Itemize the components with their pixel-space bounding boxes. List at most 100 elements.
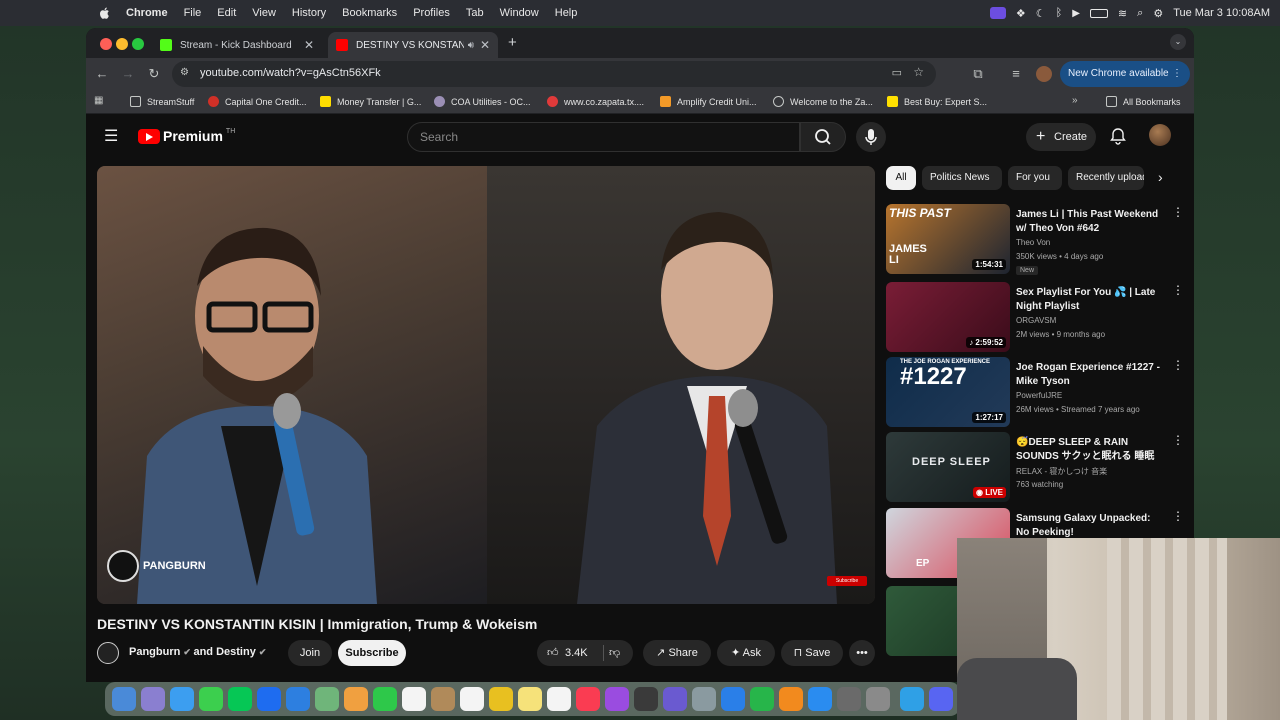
address-bar[interactable]: ⚙ youtube.com/watch?v=gAsCtn56XFk ▭ ☆ (172, 61, 936, 87)
moon-icon[interactable]: ☾ (1036, 7, 1046, 20)
menu-view[interactable]: View (252, 7, 276, 19)
save-button[interactable]: ⊓ Save (781, 640, 843, 666)
search-button[interactable] (800, 122, 846, 152)
extensions-icon[interactable]: ⧉ (970, 66, 986, 82)
video-thumbnail[interactable]: DEEP SLEEP ◉ LIVE (886, 432, 1010, 502)
thumbs-down-icon[interactable]: 👎︎ (609, 640, 620, 666)
video-thumbnail[interactable]: THE JOE ROGAN EXPERIENCE #1227 1:27:17 (886, 357, 1010, 427)
more-actions-button[interactable]: ••• (849, 640, 875, 666)
menu-bookmarks[interactable]: Bookmarks (342, 7, 397, 19)
video-thumbnail[interactable]: THIS PAST JAMES LI 1:54:31 (886, 204, 1010, 274)
freeform-icon[interactable] (547, 687, 571, 711)
screen-share-icon[interactable] (989, 7, 1006, 19)
messenger-icon[interactable] (257, 687, 281, 711)
profile-avatar[interactable] (1036, 66, 1052, 82)
cast-icon[interactable]: ▭ (892, 66, 902, 79)
chip-all[interactable]: All (886, 166, 916, 190)
imovie-icon[interactable] (663, 687, 687, 711)
calendar-icon[interactable] (402, 687, 426, 711)
bookmark-welcome[interactable]: Welcome to the Za... (773, 96, 873, 107)
bookmark-amplify[interactable]: Amplify Credit Uni... (660, 96, 757, 107)
close-tab-icon[interactable]: ✕ (304, 38, 314, 52)
create-button[interactable]: + Create (1026, 123, 1096, 151)
dropbox-icon[interactable]: ❖ (1016, 7, 1026, 20)
clock-app-icon[interactable] (634, 687, 658, 711)
chrome-icon[interactable] (489, 687, 513, 711)
reminders-icon[interactable] (460, 687, 484, 711)
subscribe-watermark[interactable]: Subscribe (827, 576, 867, 586)
contacts-icon[interactable] (431, 687, 455, 711)
voice-search-button[interactable] (856, 122, 886, 152)
back-icon[interactable]: ← (94, 66, 110, 82)
like-count[interactable]: 3.4K (565, 640, 588, 666)
recommendation-title[interactable]: James Li | This Past Weekend w/ Theo Von… (1016, 208, 1162, 236)
play-icon[interactable]: ▶ (1072, 8, 1080, 19)
apps-grid-icon[interactable]: ▦ (94, 95, 103, 106)
ask-button[interactable]: ✦ Ask (717, 640, 775, 666)
more-vert-icon[interactable]: ⋮ (1172, 359, 1184, 371)
search-input[interactable]: Search (407, 122, 800, 152)
chip-for-you[interactable]: For you (1008, 166, 1062, 190)
spotlight-icon[interactable]: ⌕ (1137, 7, 1143, 20)
minimize-window-button[interactable] (116, 38, 128, 50)
apple-icon[interactable] (98, 6, 112, 20)
recommendation-item[interactable]: ♪ 2:59:52 Sex Playlist For You 💦 | Late … (886, 282, 1184, 354)
menu-history[interactable]: History (292, 7, 326, 19)
forward-icon[interactable]: → (120, 66, 136, 82)
reading-list-icon[interactable]: ≡ (1008, 66, 1024, 82)
recommendation-channel[interactable]: Theo Von (1016, 238, 1050, 247)
maps-icon[interactable] (315, 687, 339, 711)
battery-icon[interactable] (1089, 8, 1108, 18)
menu-app-name[interactable]: Chrome (126, 7, 168, 19)
preview-icon[interactable] (692, 687, 716, 711)
bluetooth-icon[interactable]: ᛒ (1056, 7, 1063, 19)
app-store-icon[interactable] (808, 687, 832, 711)
account-avatar[interactable] (1149, 124, 1171, 146)
bookmark-zapata[interactable]: www.co.zapata.tx.... (547, 96, 644, 107)
numbers-icon[interactable] (750, 687, 774, 711)
channel-names[interactable]: Pangburn ✔ and Destiny ✔ (129, 646, 266, 658)
thumbs-up-icon[interactable]: 👍︎ (547, 640, 559, 666)
site-info-icon[interactable]: ⚙ (180, 67, 189, 78)
recommendation-item[interactable]: DEEP SLEEP ◉ LIVE 😴DEEP SLEEP & RAIN SOU… (886, 432, 1184, 504)
launchpad-icon[interactable] (141, 687, 165, 711)
wifi-icon[interactable]: ≋ (1118, 7, 1127, 20)
recommendation-channel[interactable]: RELAX - 寝かしつけ 音楽 (1016, 466, 1107, 477)
chevron-right-icon[interactable]: › (1158, 169, 1163, 185)
bookmark-coa-utilities[interactable]: COA Utilities - OC... (434, 96, 531, 107)
channel-avatar[interactable] (97, 642, 119, 664)
bookmark-star-icon[interactable]: ☆ (913, 65, 924, 79)
system-settings-icon[interactable] (866, 687, 890, 711)
tab-youtube-video[interactable]: DESTINY VS KONSTANTIN 🔊︎ ✕ (328, 32, 498, 58)
tab-kick-dashboard[interactable]: Stream - Kick Dashboard ✕ (152, 32, 322, 58)
recommendation-item[interactable]: THE JOE ROGAN EXPERIENCE #1227 1:27:17 J… (886, 357, 1184, 429)
bookmark-streamstuff[interactable]: StreamStuff (130, 96, 194, 107)
podcasts-icon[interactable] (605, 687, 629, 711)
share-button[interactable]: ↗ Share (643, 640, 711, 666)
recommendation-channel[interactable]: PowerfulJRE (1016, 391, 1062, 400)
reload-icon[interactable]: ↻ (146, 66, 162, 82)
chip-recently-uploaded[interactable]: Recently uploaded (1068, 166, 1144, 190)
pages-icon[interactable] (779, 687, 803, 711)
video-player[interactable]: PANGBURN Subscribe (97, 166, 875, 604)
more-vert-icon[interactable]: ⋮ (1172, 284, 1184, 296)
youtube-premium-logo[interactable]: Premium TH (138, 128, 235, 144)
menu-window[interactable]: Window (500, 7, 539, 19)
downloads-icon[interactable] (900, 687, 924, 711)
music-icon[interactable] (576, 687, 600, 711)
recommendation-title[interactable]: Samsung Galaxy Unpacked: No Peeking! (1016, 512, 1162, 540)
safari-icon[interactable] (170, 687, 194, 711)
channel-name[interactable]: Pangburn (129, 646, 180, 658)
recommendation-item[interactable]: THIS PAST JAMES LI 1:54:31 James Li | Th… (886, 204, 1184, 276)
discord-icon[interactable] (929, 687, 953, 711)
more-vert-icon[interactable]: ⋮ (1172, 206, 1184, 218)
url-text[interactable]: youtube.com/watch?v=gAsCtn56XFk (200, 67, 381, 79)
keynote-icon[interactable] (721, 687, 745, 711)
notes-icon[interactable] (518, 687, 542, 711)
photos-icon[interactable] (344, 687, 368, 711)
recommendation-channel[interactable]: ORGAVSM (1016, 316, 1056, 325)
new-tab-icon[interactable]: + (508, 34, 517, 51)
finder-icon[interactable] (112, 687, 136, 711)
new-chrome-available-button[interactable]: New Chrome available ⋮ (1060, 61, 1190, 87)
menu-edit[interactable]: Edit (217, 7, 236, 19)
